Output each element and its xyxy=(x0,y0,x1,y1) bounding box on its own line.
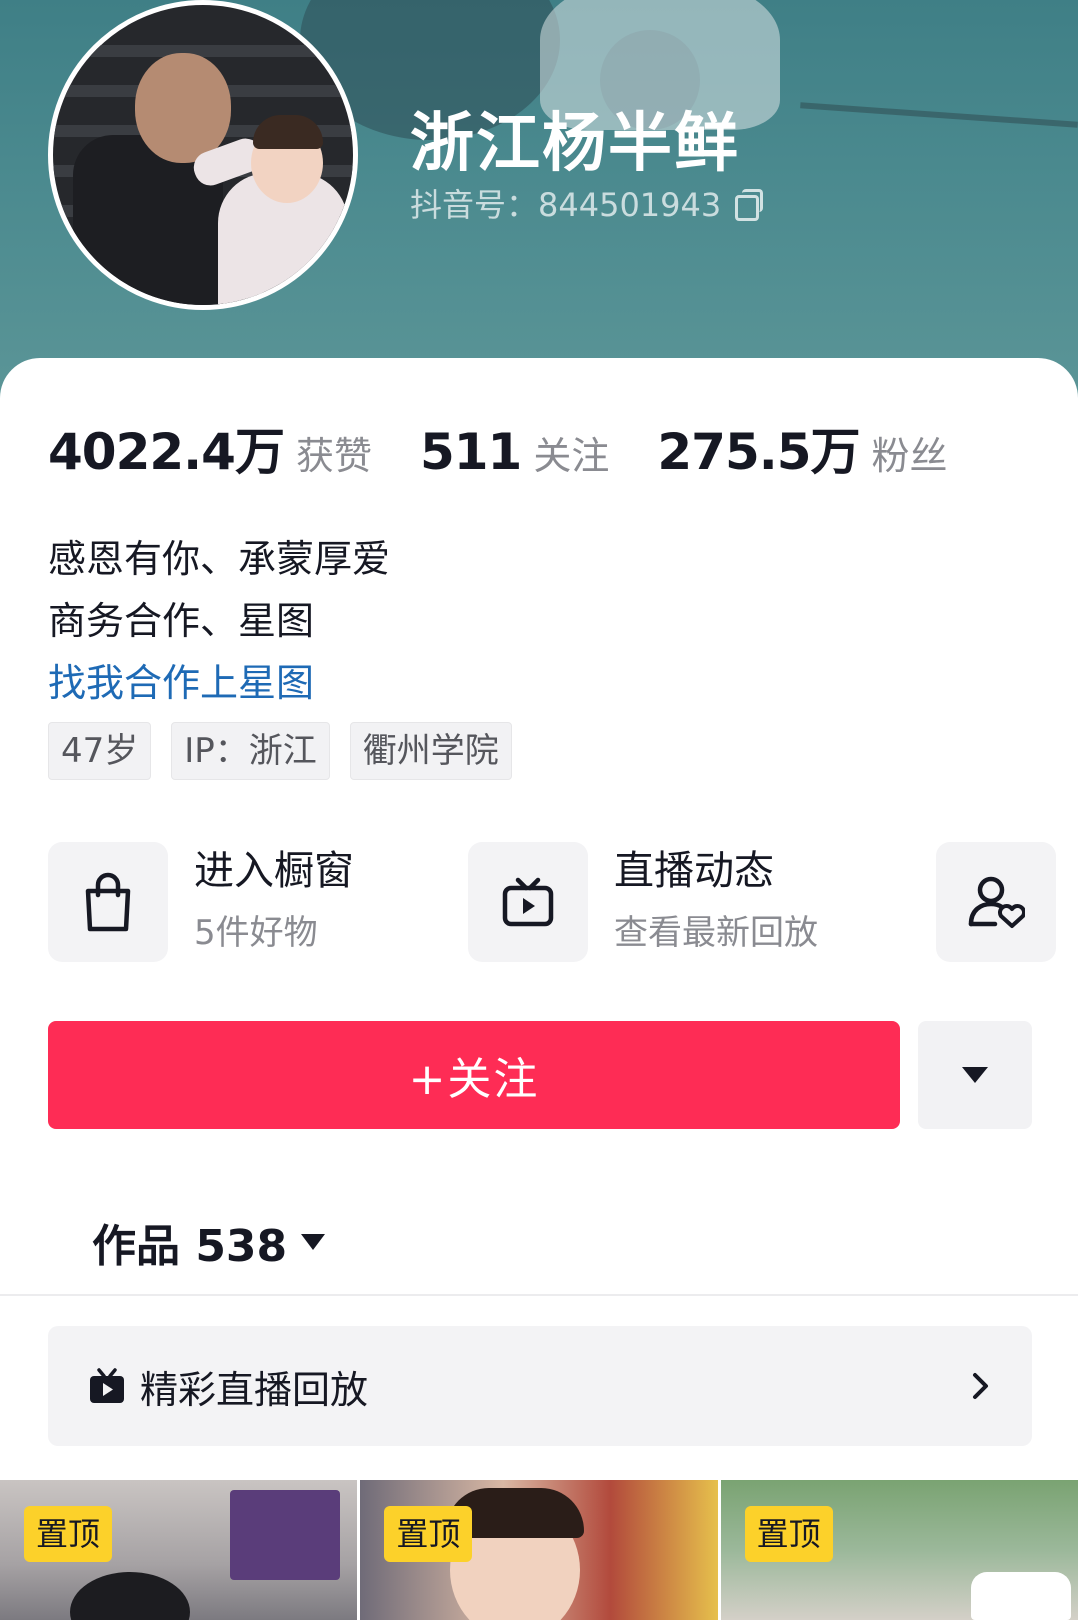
profile-tags: 47岁 IP：浙江 衢州学院 xyxy=(48,722,512,780)
bio-line: 感恩有你、承蒙厚爱 xyxy=(48,537,391,581)
shop-window-title: 进入橱窗 xyxy=(194,848,354,894)
stat-following-value: 511 xyxy=(419,423,522,481)
pinned-badge: 置顶 xyxy=(744,1506,833,1562)
shop-window-entry[interactable]: 进入橱窗 5件好物 xyxy=(48,842,354,962)
stat-followers-value: 275.5万 xyxy=(657,423,860,481)
tag-age: 47岁 xyxy=(48,722,152,780)
shopping-bag-icon xyxy=(85,872,131,932)
profile-bio: 感恩有你、承蒙厚爱 商务合作、星图 找我合作上星图 xyxy=(48,528,390,714)
tv-play-icon xyxy=(90,1368,124,1403)
live-updates-title: 直播动态 xyxy=(614,848,774,894)
live-replay-label: 精彩直播回放 xyxy=(140,1367,369,1412)
live-icon-box xyxy=(468,842,588,962)
live-updates-subtitle: 查看最新回放 xyxy=(614,913,818,953)
stat-likes-label: 获赞 xyxy=(295,434,372,478)
follow-button[interactable]: +关注 xyxy=(48,1021,900,1129)
shop-window-subtitle: 5件好物 xyxy=(194,913,318,953)
shop-icon-box xyxy=(48,842,168,962)
video-thumbnail[interactable]: 置顶 xyxy=(720,1480,1078,1620)
profile-nickname: 浙江杨半鲜 xyxy=(410,107,740,181)
profile-stats: 4022.4万 获赞 511 关注 275.5万 粉丝 xyxy=(48,412,996,484)
stat-likes[interactable]: 4022.4万 获赞 xyxy=(48,412,372,484)
bio-line: 商务合作、星图 xyxy=(48,599,315,643)
live-replay-entry[interactable]: 精彩直播回放 xyxy=(48,1326,1032,1446)
stat-followers[interactable]: 275.5万 粉丝 xyxy=(657,412,947,484)
triangle-down-icon xyxy=(962,1067,988,1083)
stat-following-label: 关注 xyxy=(533,434,610,478)
tag-school[interactable]: 衢州学院 xyxy=(349,722,512,780)
stat-likes-value: 4022.4万 xyxy=(48,423,285,481)
chevron-down-icon xyxy=(301,1234,326,1250)
douyin-id[interactable]: 抖音号：844501943 xyxy=(410,180,764,226)
copy-icon[interactable] xyxy=(735,189,764,221)
friend-button[interactable] xyxy=(936,842,1056,962)
video-thumbnail[interactable]: 置顶 xyxy=(360,1480,718,1620)
tab-works-label: 作品 538 xyxy=(92,1221,288,1272)
tag-ip: IP：浙江 xyxy=(171,722,330,780)
live-updates-entry[interactable]: 直播动态 查看最新回放 xyxy=(468,842,818,962)
douyin-id-text: 抖音号：844501943 xyxy=(410,186,722,224)
pinned-badge: 置顶 xyxy=(384,1506,473,1562)
stat-following[interactable]: 511 关注 xyxy=(420,423,609,481)
tab-divider xyxy=(0,1294,1078,1296)
tv-play-icon xyxy=(502,877,554,927)
user-heart-icon xyxy=(968,876,1025,928)
chevron-right-icon xyxy=(973,1373,988,1399)
pinned-badge: 置顶 xyxy=(24,1506,113,1562)
avatar[interactable] xyxy=(48,0,358,310)
more-options-button[interactable] xyxy=(918,1021,1032,1129)
video-grid: 置顶 置顶 置顶 xyxy=(0,1480,1078,1620)
video-thumbnail[interactable]: 置顶 xyxy=(0,1480,358,1620)
bio-link[interactable]: 找我合作上星图 xyxy=(48,652,390,714)
stat-followers-label: 粉丝 xyxy=(871,434,948,478)
tab-works[interactable]: 作品 538 xyxy=(92,1210,326,1274)
